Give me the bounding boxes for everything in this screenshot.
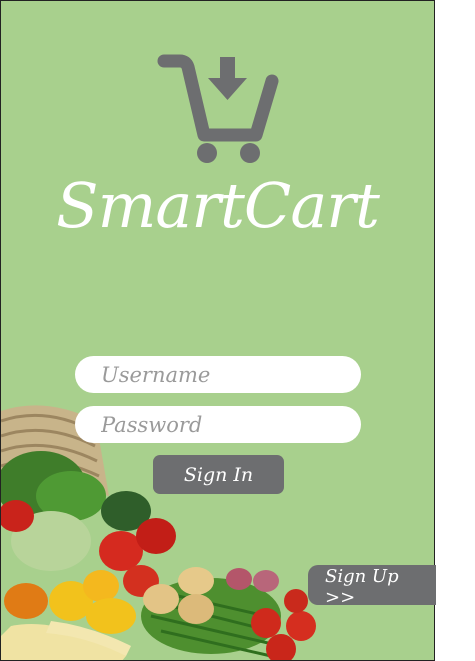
- sign-up-button[interactable]: Sign Up >>: [308, 565, 436, 608]
- login-screen: SmartCart Username Sign In: [0, 0, 435, 661]
- app-title: SmartCart: [56, 169, 380, 242]
- password-input[interactable]: [75, 406, 361, 443]
- cart-logo-icon: [157, 54, 279, 163]
- username-input[interactable]: [75, 356, 361, 393]
- sign-in-button[interactable]: Sign In: [153, 455, 284, 494]
